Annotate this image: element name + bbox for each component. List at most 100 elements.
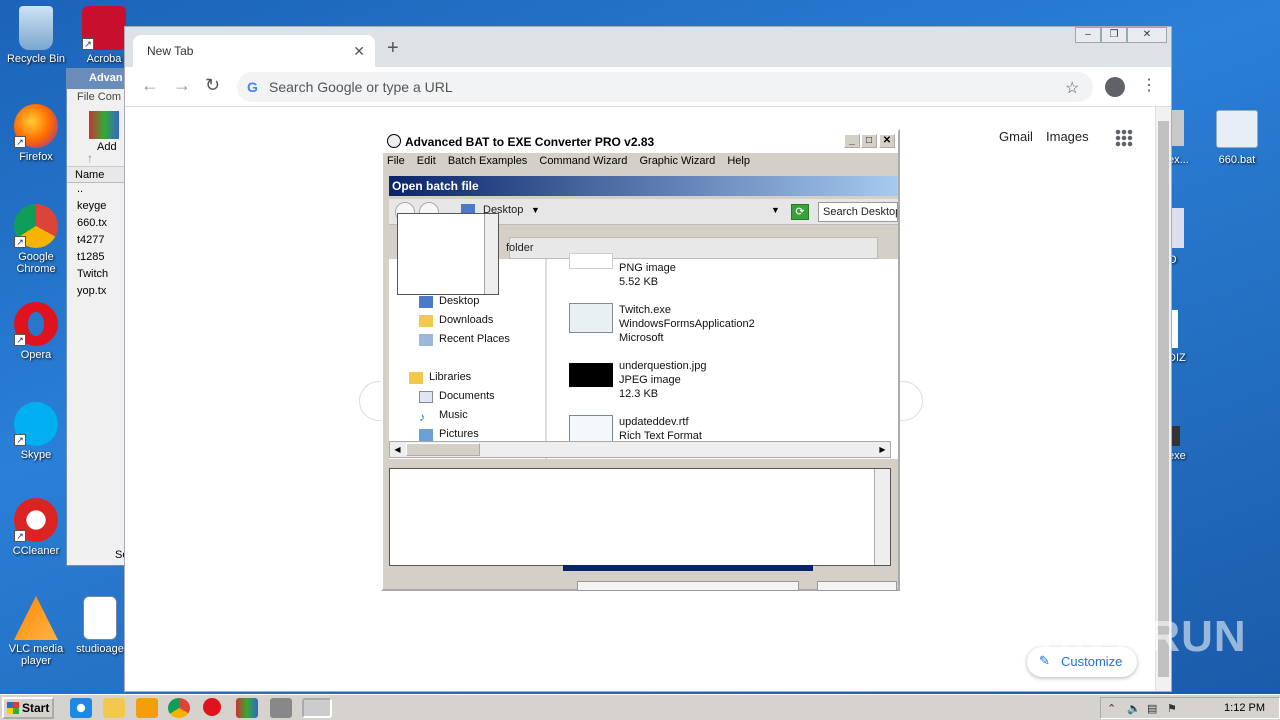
nav-downloads[interactable]: Downloads: [419, 314, 493, 327]
menu-file[interactable]: File: [387, 155, 405, 167]
add-button[interactable]: Add: [97, 141, 117, 153]
minimize-icon[interactable]: _: [844, 134, 860, 148]
nav-label: Libraries: [429, 371, 472, 383]
search-input[interactable]: Search Desktop: [818, 202, 898, 222]
desktop-icon-firefox[interactable]: ↗ Firefox: [0, 104, 72, 163]
forward-icon[interactable]: →: [173, 75, 191, 96]
file-item-updateddev[interactable]: updateddev.rtf Rich Text Format: [569, 415, 702, 445]
scroll-left-icon[interactable]: ◀: [391, 443, 404, 456]
desktop-icon-label: CCleaner: [12, 545, 60, 557]
maximize-icon[interactable]: □: [861, 134, 877, 148]
installer-taskbar-icon[interactable]: [270, 698, 292, 718]
add-archive-icon[interactable]: [89, 111, 119, 139]
minimize-icon[interactable]: –: [1075, 27, 1101, 43]
scroll-right-icon[interactable]: ▶: [876, 443, 889, 456]
nav-libraries[interactable]: Libraries: [409, 371, 472, 384]
system-tray: ⌃ 🔈 ▤ ⚑ 1:12 PM: [1100, 697, 1280, 719]
column-header-name[interactable]: Name: [67, 167, 125, 183]
nav-desktop[interactable]: Desktop: [419, 295, 479, 308]
file-row[interactable]: Twitch: [67, 268, 125, 285]
apps-grid-icon[interactable]: [1115, 129, 1133, 147]
gmail-link[interactable]: Gmail: [999, 129, 1033, 144]
desktop-icon-opera[interactable]: ↗ Opera: [0, 302, 72, 361]
nav-pictures[interactable]: Pictures: [419, 428, 479, 441]
chrome-taskbar-icon[interactable]: [168, 698, 190, 718]
file-row[interactable]: 660.tx: [67, 217, 125, 234]
back-icon[interactable]: ←: [141, 75, 159, 96]
file-row[interactable]: yop.tx: [67, 285, 125, 302]
menu-edit[interactable]: Edit: [417, 155, 436, 167]
menu-graphic-wizard[interactable]: Graphic Wizard: [639, 155, 715, 167]
file-row[interactable]: t1285: [67, 251, 125, 268]
desktop-icon-label: 660.bat: [1218, 154, 1256, 166]
winrar-window[interactable]: Advan File Com Add ↑ Name .. keyge 660.t…: [66, 68, 126, 566]
tray-expand-icon[interactable]: ⌃: [1107, 702, 1116, 715]
desktop-icon: [419, 296, 433, 308]
file-row[interactable]: ..: [67, 183, 125, 200]
file-name: updateddev.rtf: [619, 416, 689, 428]
editor-scrollbar[interactable]: [874, 469, 890, 565]
exe-thumbnail: [569, 303, 613, 333]
reload-icon[interactable]: ↻: [205, 75, 220, 96]
menu-command-wizard[interactable]: Command Wizard: [539, 155, 627, 167]
desktop-icon-ccleaner[interactable]: ↗ CCleaner: [0, 498, 72, 557]
up-arrow-icon[interactable]: ↑: [87, 151, 93, 165]
nav-music[interactable]: ♪ Music: [419, 409, 468, 424]
desktop-icon-chrome[interactable]: ↗ Google Chrome: [0, 204, 72, 275]
bookmark-star-icon[interactable]: ☆: [1065, 78, 1079, 98]
clock[interactable]: 1:12 PM: [1224, 702, 1265, 714]
desktop-icon-skype[interactable]: ↗ Skype: [0, 402, 72, 461]
close-tab-icon[interactable]: ✕: [353, 43, 365, 60]
file-item-png[interactable]: PNG image 5.52 KB: [569, 253, 676, 289]
new-tab-icon[interactable]: +: [387, 37, 399, 60]
file-row[interactable]: t4277: [67, 234, 125, 251]
file-row[interactable]: keyge: [67, 200, 125, 217]
chevron-down-icon[interactable]: ▼: [531, 205, 540, 215]
desktop-icon-vlc[interactable]: VLC media player: [0, 596, 72, 667]
history-dropdown-icon[interactable]: ▼: [771, 205, 780, 215]
desktop-icon-label: Recycle Bin: [6, 53, 66, 65]
file-item-underquestion[interactable]: underquestion.jpg JPEG image 12.3 KB: [569, 359, 706, 401]
action-center-flag-icon[interactable]: ⚑: [1167, 702, 1177, 715]
nav-recent-places[interactable]: Recent Places: [419, 333, 510, 346]
menu-bar[interactable]: File Com: [67, 89, 125, 107]
menu-help[interactable]: Help: [727, 155, 750, 167]
recycle-bin-icon: [19, 6, 53, 50]
opera-taskbar-icon[interactable]: [203, 698, 221, 716]
column-header[interactable]: folder: [506, 237, 878, 259]
refresh-icon[interactable]: ⟳: [791, 204, 809, 220]
scrollbar-thumb[interactable]: [406, 443, 480, 456]
menu-kebab-icon[interactable]: ⋮: [1141, 75, 1157, 95]
nav-documents[interactable]: Documents: [419, 390, 495, 403]
network-icon[interactable]: ▤: [1147, 702, 1157, 715]
scrollbar-thumb[interactable]: [1158, 121, 1169, 677]
bat-converter-window[interactable]: Advanced BAT to EXE Converter PRO v2.83 …: [381, 129, 900, 591]
close-icon[interactable]: ✕: [879, 134, 895, 148]
bat-converter-taskbar-icon[interactable]: [302, 698, 332, 718]
script-editor[interactable]: [389, 468, 891, 566]
desktop-icon-660bat[interactable]: 660.bat: [1212, 110, 1262, 166]
winrar-taskbar-icon[interactable]: [236, 698, 258, 718]
ie-icon[interactable]: [70, 698, 92, 718]
desktop-icon-recycle-bin[interactable]: Recycle Bin: [0, 6, 72, 65]
popup-scrollbar[interactable]: [484, 214, 498, 294]
filename-field[interactable]: [577, 581, 799, 591]
start-button[interactable]: Start: [2, 697, 54, 719]
explorer-icon[interactable]: [103, 698, 125, 718]
horizontal-scrollbar[interactable]: ◀ ▶: [389, 441, 891, 458]
close-window-icon[interactable]: ✕: [1127, 27, 1167, 43]
tab-new-tab[interactable]: New Tab ✕: [133, 35, 375, 67]
menu-batch-examples[interactable]: Batch Examples: [448, 155, 527, 167]
omnibox[interactable]: G Search Google or type a URL: [237, 72, 1093, 102]
images-link[interactable]: Images: [1046, 129, 1089, 144]
volume-icon[interactable]: 🔈: [1127, 702, 1141, 715]
restore-icon[interactable]: ❐: [1101, 27, 1127, 43]
desktop-icon-label: Skype: [20, 449, 52, 461]
dropdown-popup[interactable]: [397, 213, 499, 295]
desktop-icon-studioage[interactable]: studioage: [70, 596, 130, 655]
media-player-icon[interactable]: [136, 698, 158, 718]
filetype-select[interactable]: [817, 581, 897, 591]
file-item-twitch[interactable]: Twitch.exe WindowsFormsApplication2 Micr…: [569, 303, 755, 345]
page-scrollbar[interactable]: [1155, 107, 1171, 691]
profile-icon[interactable]: [1105, 77, 1125, 97]
